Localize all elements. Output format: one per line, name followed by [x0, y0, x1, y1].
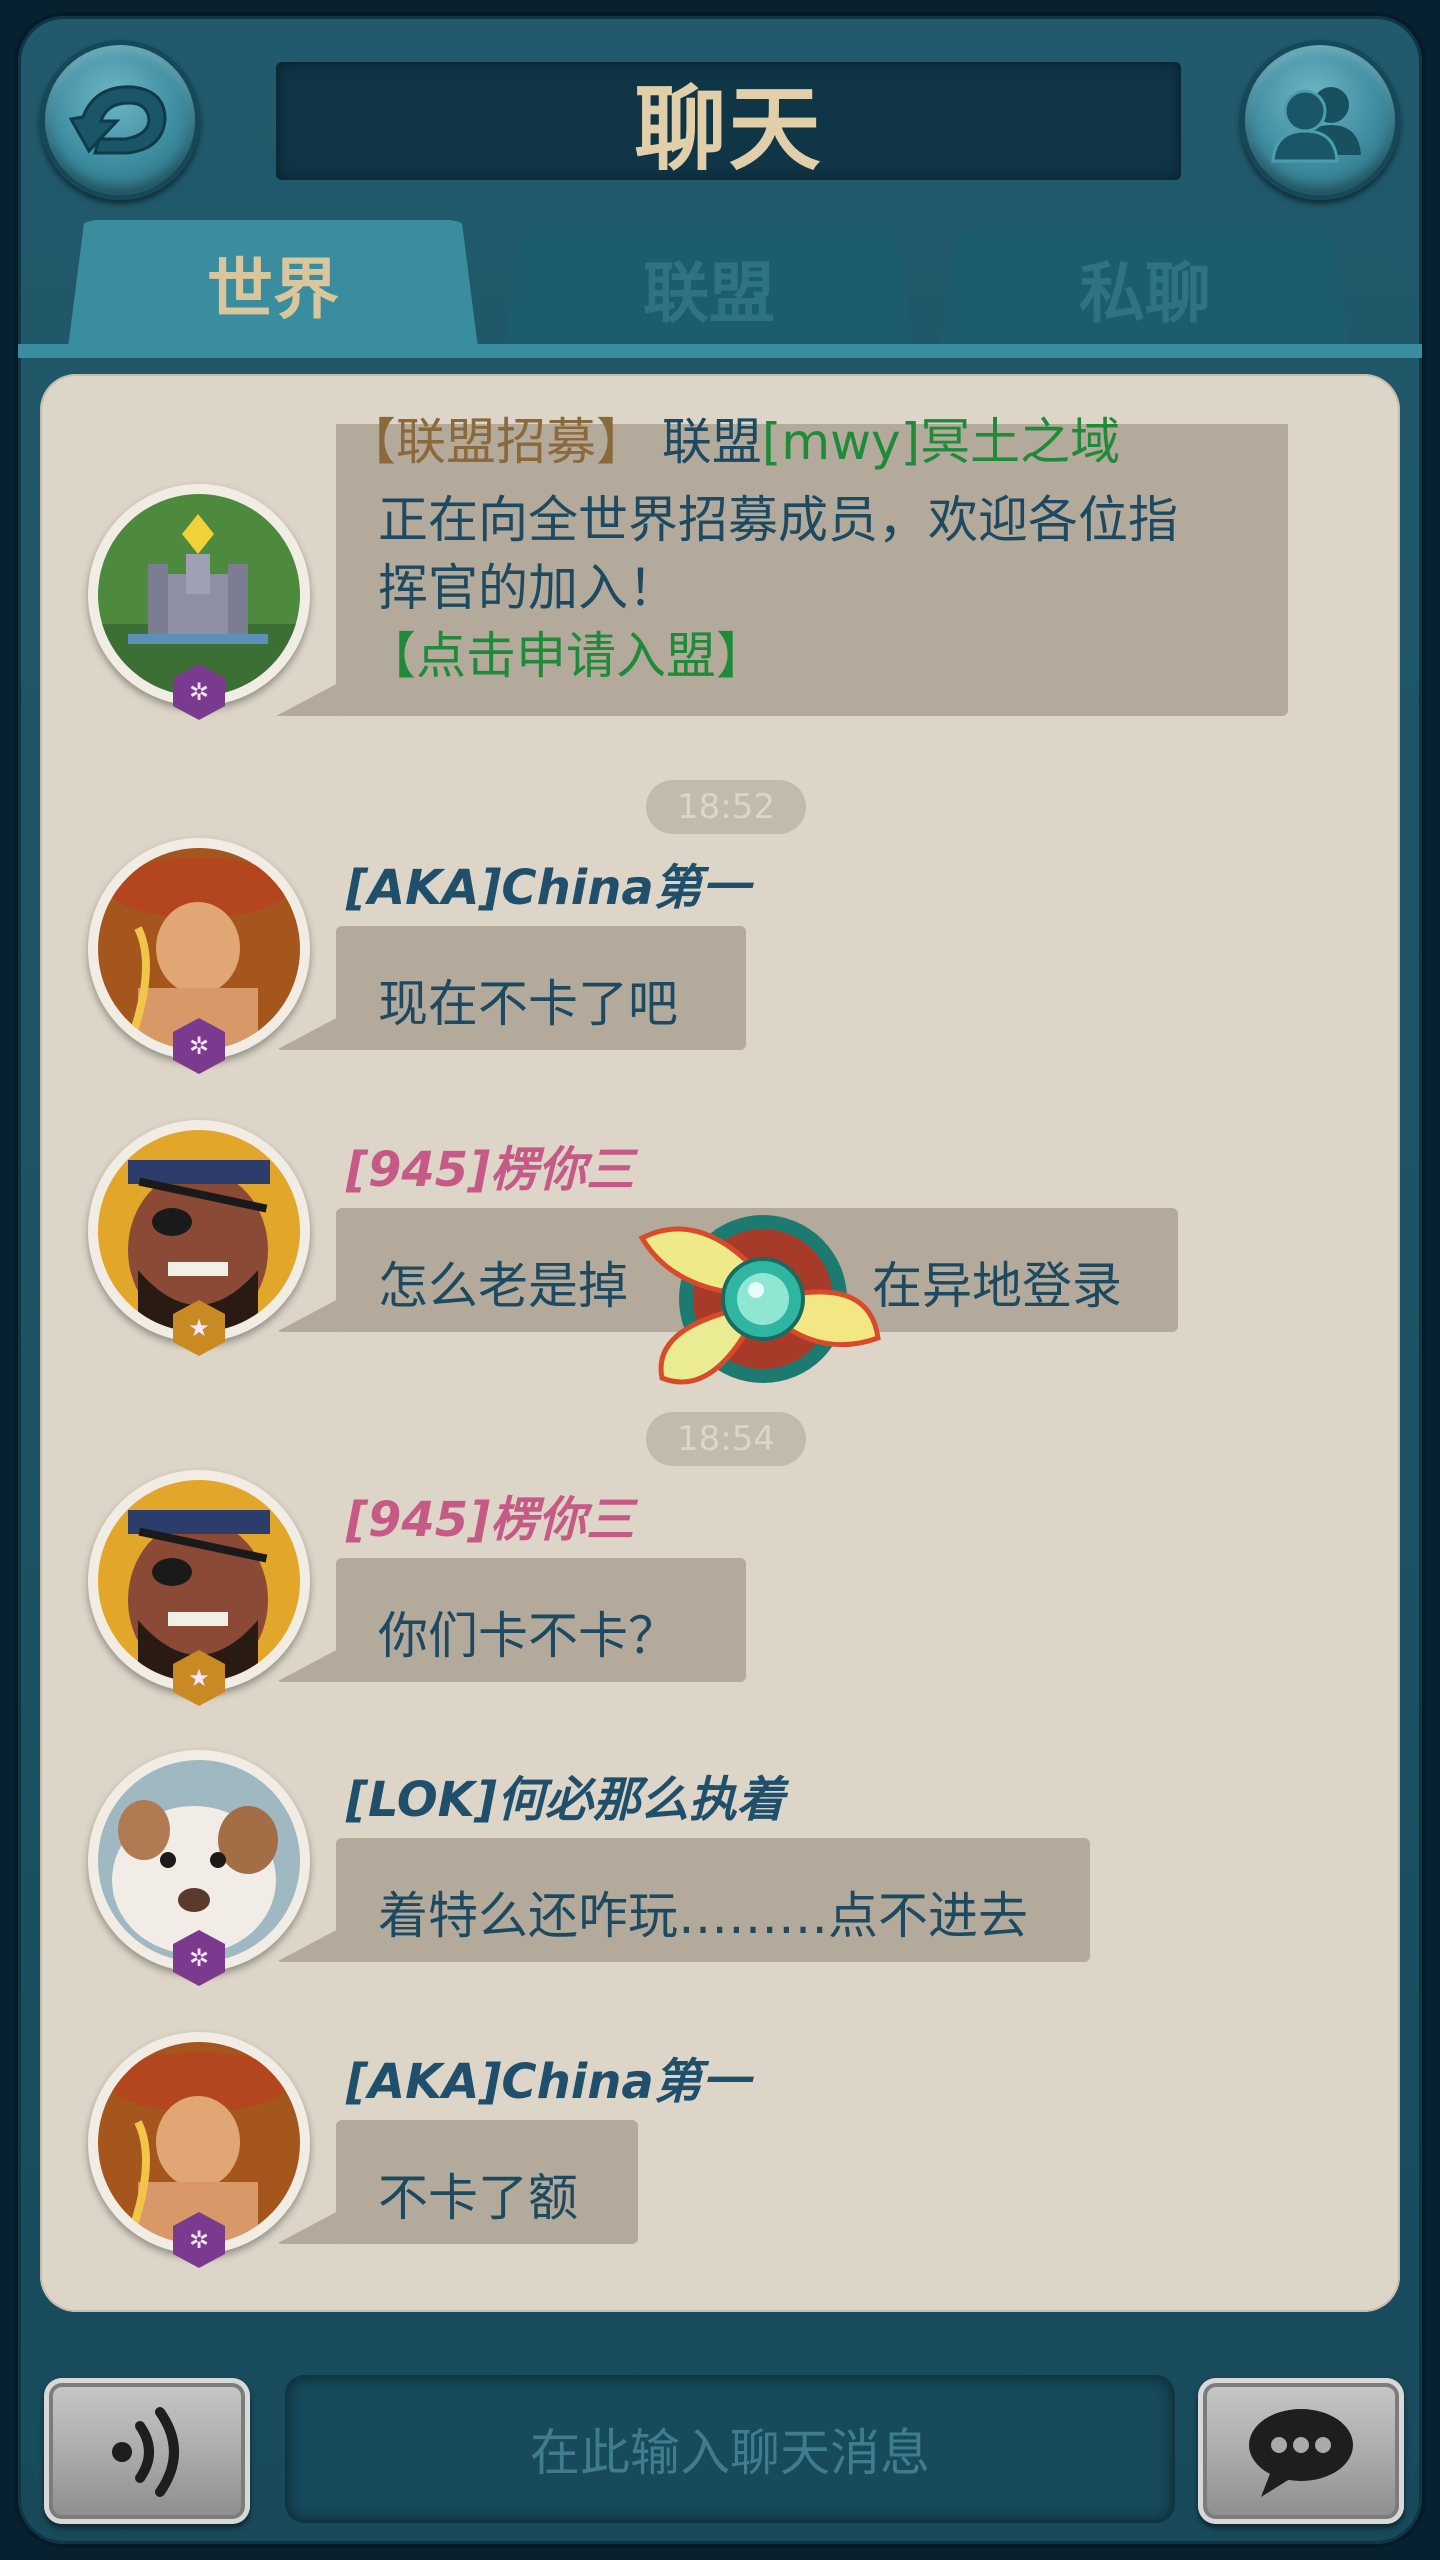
- avatar-alliance-castle[interactable]: ✲: [88, 484, 310, 720]
- voice-icon: [112, 2407, 179, 2497]
- chat-input[interactable]: 在此输入聊天消息: [288, 2378, 1172, 2520]
- recruit-line-1: 【联盟招募】 联盟[mwy]冥土之域: [346, 402, 1120, 474]
- avatar-pirate-ace[interactable]: ✲: [88, 838, 310, 1074]
- message-bubble: 现在不卡了吧: [336, 926, 746, 1050]
- chat-bubble-icon: [1249, 2409, 1353, 2497]
- tab-alliance[interactable]: 联盟: [504, 228, 914, 348]
- tab-underline: [18, 344, 1422, 358]
- message-bubble: 着特么还咋玩………点不进去: [336, 1838, 1090, 1962]
- friends-button[interactable]: [1240, 40, 1400, 200]
- recruit-tag: 【联盟招募】: [346, 413, 646, 471]
- recruit-message-bubble: 【联盟招募】 联盟[mwy]冥土之域 正在向全世界招募成员，欢迎各位指 挥官的加…: [336, 413, 1288, 716]
- message-text-left: 怎么老是掉: [378, 1257, 628, 1315]
- message-text: 你们卡不卡？: [378, 1607, 678, 1665]
- friends-icon: [1271, 87, 1361, 163]
- message-text: 不卡了额: [378, 2169, 578, 2227]
- page-title: 聊天: [634, 75, 823, 183]
- back-arrow-icon: [68, 85, 167, 155]
- recruit-alliance-name[interactable]: [mwy]冥土之域: [762, 413, 1120, 471]
- sender-name[interactable]: [945]楞你三: [346, 1480, 634, 1550]
- sender-name[interactable]: [945]楞你三: [346, 1130, 634, 1200]
- chat-window: 聊天 世界 联盟 私聊 ✲ 【联盟招募】 联盟[mwy]冥土之域 正在向全世界招…: [18, 16, 1422, 2544]
- message-bubble: 不卡了额: [336, 2120, 638, 2244]
- recruit-alliance-prefix: 联盟: [661, 413, 762, 471]
- tab-world[interactable]: 世界: [68, 220, 478, 348]
- sender-name[interactable]: [AKA]China第一: [346, 848, 750, 918]
- avatar-guinea-pig[interactable]: ✲: [88, 1750, 310, 1986]
- tab-private[interactable]: 私聊: [940, 228, 1350, 348]
- back-button[interactable]: [40, 40, 200, 200]
- avatar-pirate-ace[interactable]: ✲: [88, 2032, 310, 2268]
- sender-name[interactable]: [LOK]何必那么执着: [346, 1760, 785, 1830]
- recruit-line-2: 正在向全世界招募成员，欢迎各位指: [378, 491, 1178, 549]
- message-text: 着特么还咋玩………点不进去: [378, 1887, 1028, 1945]
- loading-fan-icon: [638, 1215, 881, 1385]
- sender-name[interactable]: [AKA]China第一: [346, 2042, 750, 2112]
- message-text-right: 在异地登录: [872, 1257, 1122, 1315]
- title-plate: 聊天: [276, 62, 1181, 183]
- tab-bar: 世界 联盟 私聊: [18, 212, 1422, 348]
- message-text: 现在不卡了吧: [378, 975, 678, 1033]
- avatar-eyepatch-captain[interactable]: ★: [88, 1120, 310, 1356]
- voice-button[interactable]: [44, 2378, 250, 2524]
- avatar-eyepatch-captain[interactable]: ★: [88, 1470, 310, 1706]
- timestamp: 18:52: [646, 780, 806, 834]
- send-button[interactable]: [1198, 2378, 1404, 2524]
- apply-alliance-link[interactable]: 【点击申请入盟】: [366, 616, 766, 688]
- message-bubble: 你们卡不卡？: [336, 1558, 746, 1682]
- recruit-line-3: 挥官的加入！: [378, 559, 678, 617]
